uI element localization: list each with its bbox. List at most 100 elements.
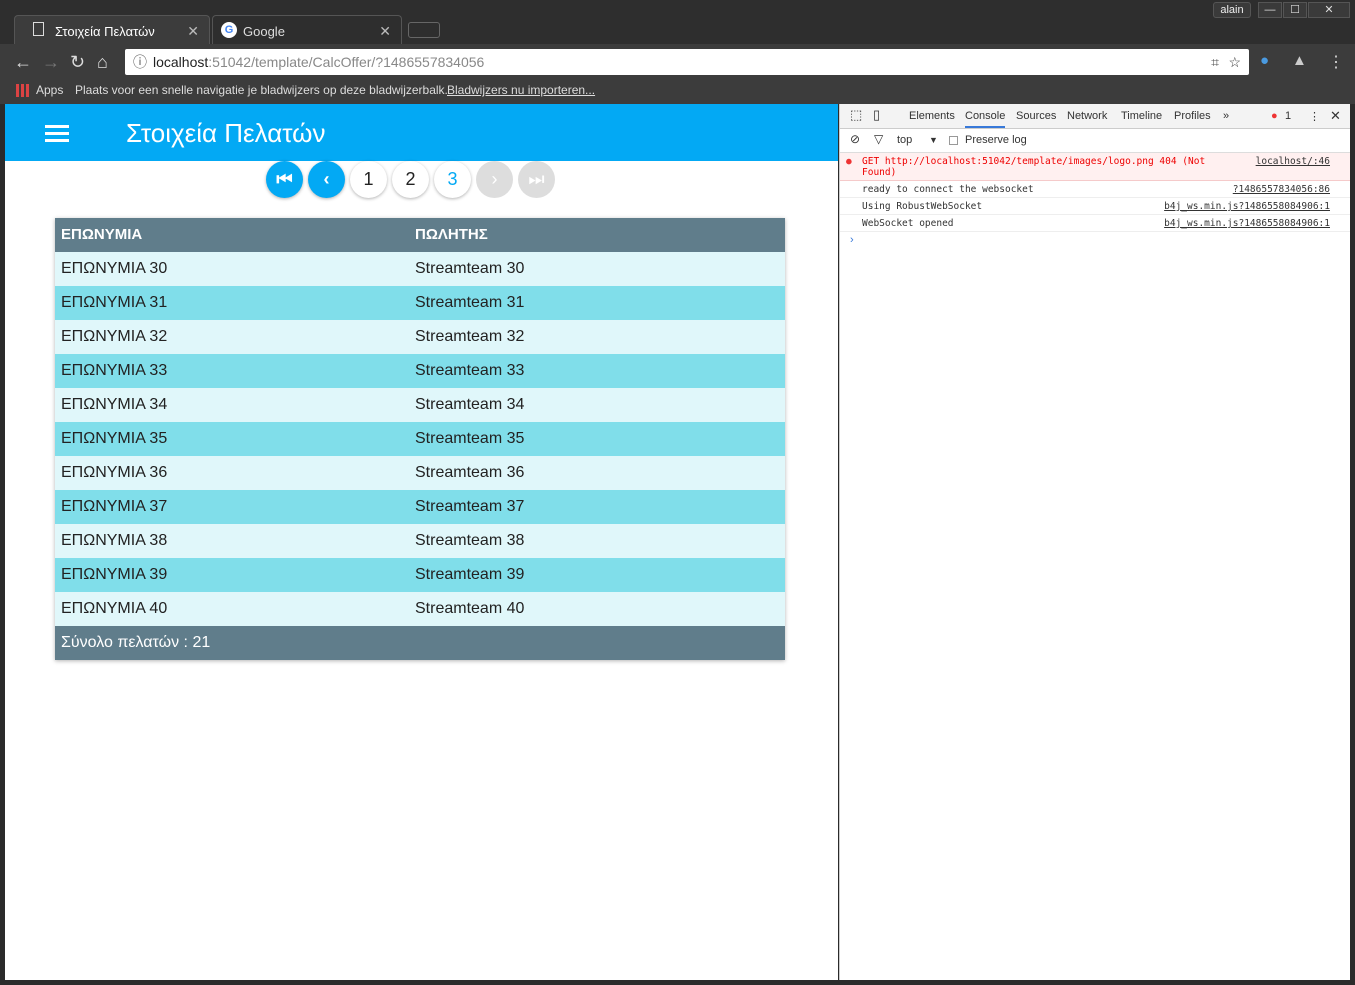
preserve-log-label: Preserve log bbox=[965, 134, 1027, 146]
message-source-link[interactable]: localhost/:46 bbox=[1256, 156, 1330, 167]
url-host: localhost bbox=[153, 54, 209, 70]
customer-name: ΕΠΩΝΥΜΙΑ 34 bbox=[61, 396, 168, 413]
forward-icon[interactable]: → bbox=[42, 52, 60, 73]
bookmarks-message: Plaats voor een snelle navigatie je blad… bbox=[75, 83, 448, 97]
customer-name: ΕΠΩΝΥΜΙΑ 40 bbox=[61, 600, 168, 617]
customer-name: ΕΠΩΝΥΜΙΑ 38 bbox=[61, 532, 168, 549]
console-messages: ● GET http://localhost:51042/template/ima… bbox=[840, 153, 1350, 232]
message-source-link[interactable]: ?1486557834056:86 bbox=[1233, 184, 1330, 195]
filter-icon[interactable]: ▽ bbox=[874, 132, 883, 146]
preserve-log-checkbox[interactable] bbox=[949, 136, 958, 145]
page-title: Στοιχεία Πελατών bbox=[126, 118, 326, 148]
devtools-panel: ⬚ ▯ Elements Console Sources Network Tim… bbox=[839, 104, 1350, 980]
close-tab-icon[interactable]: ✕ bbox=[379, 23, 391, 40]
back-icon[interactable]: ← bbox=[14, 52, 32, 73]
customer-name: ΕΠΩΝΥΜΙΑ 37 bbox=[61, 498, 168, 515]
error-count[interactable]: 1 bbox=[1285, 110, 1291, 122]
message-source-link[interactable]: b4j_ws.min.js?1486558084906:1 bbox=[1164, 201, 1330, 212]
pagination: ⏮ ‹ 1 2 3 › ⏭ bbox=[266, 161, 555, 198]
tab-sources[interactable]: Sources bbox=[1016, 110, 1056, 122]
table-row[interactable]: ΕΠΩΝΥΜΙΑ 40 Streamteam 40 bbox=[55, 592, 785, 626]
table-row[interactable]: ΕΠΩΝΥΜΙΑ 33 Streamteam 33 bbox=[55, 354, 785, 388]
table-row[interactable]: ΕΠΩΝΥΜΙΑ 30 Streamteam 30 bbox=[55, 252, 785, 286]
context-select[interactable]: top bbox=[897, 134, 912, 146]
header-name: ΕΠΩΝΥΜΙΑ bbox=[61, 226, 143, 243]
close-tab-icon[interactable]: ✕ bbox=[187, 23, 199, 40]
salesperson: Streamteam 37 bbox=[415, 498, 525, 515]
translate-icon[interactable]: ⌗ bbox=[1211, 49, 1219, 75]
table-row[interactable]: ΕΠΩΝΥΜΙΑ 36 Streamteam 36 bbox=[55, 456, 785, 490]
devtools-menu-icon[interactable]: ⋮ bbox=[1309, 110, 1320, 123]
apps-icon[interactable] bbox=[16, 84, 29, 97]
customers-table: ΕΠΩΝΥΜΙΑ ΠΩΛΗΤΗΣ ΕΠΩΝΥΜΙΑ 30 Streamteam 3… bbox=[55, 218, 785, 660]
import-bookmarks-link[interactable]: Bladwijzers nu importeren... bbox=[447, 80, 595, 100]
home-icon[interactable]: ⌂ bbox=[97, 52, 108, 73]
apps-link[interactable]: Apps bbox=[36, 80, 63, 100]
page-icon bbox=[33, 22, 44, 36]
message-text: ready to connect the websocket bbox=[862, 184, 1034, 195]
tab-network[interactable]: Network bbox=[1067, 110, 1107, 122]
table-row[interactable]: ΕΠΩΝΥΜΙΑ 31 Streamteam 31 bbox=[55, 286, 785, 320]
tab-profiles[interactable]: Profiles bbox=[1174, 110, 1211, 122]
tab-console[interactable]: Console bbox=[965, 110, 1006, 128]
tab-customers[interactable]: Στοιχεία Πελατών ✕ bbox=[14, 15, 210, 44]
salesperson: Streamteam 35 bbox=[415, 430, 525, 447]
salesperson: Streamteam 30 bbox=[415, 260, 525, 277]
table-row[interactable]: ΕΠΩΝΥΜΙΑ 37 Streamteam 37 bbox=[55, 490, 785, 524]
salesperson: Streamteam 33 bbox=[415, 362, 525, 379]
total-customers: Σύνολο πελατών : 21 bbox=[61, 634, 211, 651]
page-1-button[interactable]: 1 bbox=[350, 161, 387, 198]
reload-icon[interactable]: ↻ bbox=[70, 52, 85, 73]
console-message: ● GET http://localhost:51042/template/ima… bbox=[840, 153, 1350, 181]
table-row[interactable]: ΕΠΩΝΥΜΙΑ 39 Streamteam 39 bbox=[55, 558, 785, 592]
salesperson: Streamteam 39 bbox=[415, 566, 525, 583]
profile-button[interactable]: alain bbox=[1213, 2, 1251, 18]
next-page-button: › bbox=[476, 161, 513, 198]
tab-timeline[interactable]: Timeline bbox=[1121, 110, 1162, 122]
inspect-icon[interactable]: ⬚ bbox=[850, 107, 862, 123]
console-message: ready to connect the websocket ?148655783… bbox=[840, 181, 1350, 198]
new-tab-button[interactable] bbox=[408, 22, 440, 38]
more-tabs-icon[interactable]: » bbox=[1223, 110, 1229, 122]
previous-page-button[interactable]: ‹ bbox=[308, 161, 345, 198]
message-text: WebSocket opened bbox=[862, 218, 954, 229]
info-icon: ⓘ bbox=[133, 54, 147, 70]
console-prompt[interactable]: › bbox=[840, 232, 1350, 248]
app-bar: Στοιχεία Πελατών bbox=[5, 104, 838, 161]
tab-google[interactable]: G Google ✕ bbox=[212, 15, 402, 44]
header-salesperson: ΠΩΛΗΤΗΣ bbox=[415, 226, 488, 243]
error-icon: ● bbox=[1271, 110, 1278, 122]
table-row[interactable]: ΕΠΩΝΥΜΙΑ 32 Streamteam 32 bbox=[55, 320, 785, 354]
table-row[interactable]: ΕΠΩΝΥΜΙΑ 34 Streamteam 34 bbox=[55, 388, 785, 422]
console-message: Using RobustWebSocket b4j_ws.min.js?14865… bbox=[840, 198, 1350, 215]
table-row[interactable]: ΕΠΩΝΥΜΙΑ 35 Streamteam 35 bbox=[55, 422, 785, 456]
minimize-button[interactable]: — bbox=[1258, 2, 1282, 18]
drive-icon[interactable]: ▲ bbox=[1292, 52, 1307, 69]
customer-name: ΕΠΩΝΥΜΙΑ 33 bbox=[61, 362, 168, 379]
device-toolbar-icon[interactable]: ▯ bbox=[873, 107, 880, 123]
table-row[interactable]: ΕΠΩΝΥΜΙΑ 38 Streamteam 38 bbox=[55, 524, 785, 558]
maximize-button[interactable]: ☐ bbox=[1283, 2, 1307, 18]
first-page-button[interactable]: ⏮ bbox=[266, 161, 303, 198]
salesperson: Streamteam 40 bbox=[415, 600, 525, 617]
dropdown-arrow-icon[interactable]: ▼ bbox=[929, 135, 938, 145]
hamburger-menu-icon[interactable] bbox=[45, 125, 69, 146]
page-2-button[interactable]: 2 bbox=[392, 161, 429, 198]
clear-console-icon[interactable]: ⊘ bbox=[850, 132, 860, 146]
close-window-button[interactable]: ✕ bbox=[1308, 2, 1350, 18]
star-icon[interactable]: ☆ bbox=[1228, 49, 1241, 75]
customer-name: ΕΠΩΝΥΜΙΑ 35 bbox=[61, 430, 168, 447]
google-icon: G bbox=[221, 22, 237, 38]
last-page-button: ⏭ bbox=[518, 161, 555, 198]
extension-globe-icon[interactable]: ● bbox=[1260, 52, 1269, 69]
close-devtools-icon[interactable]: ✕ bbox=[1330, 108, 1341, 124]
tab-elements[interactable]: Elements bbox=[909, 110, 955, 122]
tab-title: Google bbox=[243, 24, 285, 39]
message-source-link[interactable]: b4j_ws.min.js?1486558084906:1 bbox=[1164, 218, 1330, 229]
page-3-button[interactable]: 3 bbox=[434, 161, 471, 198]
address-bar[interactable]: ⓘ localhost:51042/template/CalcOffer/?14… bbox=[125, 49, 1249, 75]
customer-name: ΕΠΩΝΥΜΙΑ 30 bbox=[61, 260, 168, 277]
url-path: :51042/template/CalcOffer/?1486557834056 bbox=[208, 54, 485, 70]
salesperson: Streamteam 36 bbox=[415, 464, 525, 481]
menu-icon[interactable]: ⋮ bbox=[1328, 52, 1344, 72]
